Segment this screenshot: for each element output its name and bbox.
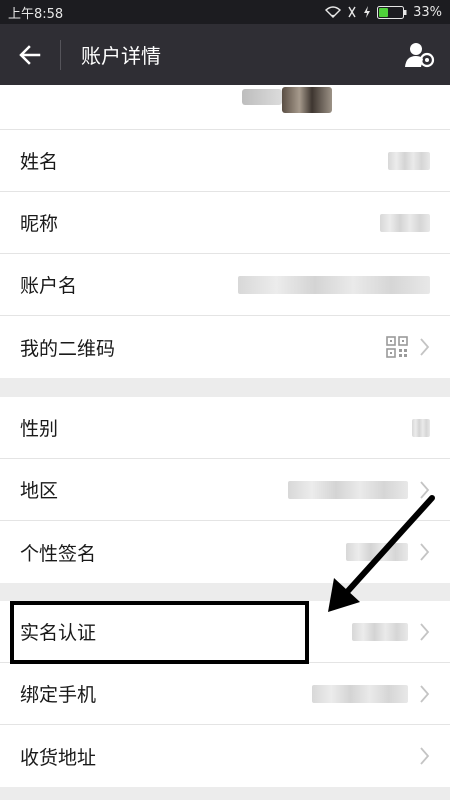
row-label: 我的二维码 (20, 337, 116, 360)
avatar (282, 87, 332, 113)
row-label: 账户名 (20, 275, 78, 297)
avatar-blur-left (242, 89, 282, 105)
back-button[interactable] (0, 24, 60, 85)
account-name-value-blurred (238, 275, 430, 294)
chevron-right-icon (420, 622, 430, 641)
row-label: 地区 (20, 480, 59, 502)
row-my-qr-code[interactable]: 我的二维码 (0, 316, 450, 378)
battery-percent: 33% (413, 4, 442, 20)
arrow-left-icon (19, 44, 41, 65)
qr-code-icon (386, 336, 408, 358)
wifi-icon (325, 6, 342, 18)
row-account-name[interactable]: 账户名 (0, 254, 450, 316)
signature-value-blurred (346, 543, 408, 561)
row-label: 昵称 (20, 213, 59, 235)
user-settings-icon (405, 42, 435, 67)
status-time: 上午8:58 (8, 6, 64, 22)
row-real-name-verification[interactable]: 实名认证 (0, 601, 450, 663)
page-title: 账户详情 (81, 44, 161, 68)
chevron-right-icon (420, 338, 430, 356)
charging-icon (364, 6, 371, 18)
region-value-blurred (288, 480, 408, 499)
row-label: 个性签名 (20, 542, 97, 565)
row-label: 收货地址 (20, 746, 97, 769)
row-label: 实名认证 (20, 622, 97, 644)
verification-value-blurred (352, 622, 408, 641)
gender-value-blurred (412, 418, 430, 437)
name-value-blurred (388, 151, 430, 170)
chevron-right-icon (420, 543, 430, 561)
row-label: 绑定手机 (20, 684, 97, 706)
chevron-right-icon (420, 480, 430, 499)
section-account-security: 实名认证 绑定手机 收货地址 (0, 601, 450, 787)
profile-menu-button[interactable] (390, 24, 450, 85)
row-label: 性别 (20, 418, 59, 440)
row-signature[interactable]: 个性签名 (0, 521, 450, 583)
row-nickname[interactable]: 昵称 (0, 192, 450, 254)
row-shipping-address[interactable]: 收货地址 (0, 725, 450, 787)
chevron-right-icon (420, 684, 430, 703)
row-bind-phone[interactable]: 绑定手机 (0, 663, 450, 725)
avatar-row[interactable] (0, 85, 450, 130)
no-signal-icon (348, 6, 356, 18)
battery-icon (377, 5, 407, 19)
phone-value-blurred (312, 684, 408, 703)
title-bar: 账户详情 (0, 24, 450, 85)
title-divider (60, 39, 61, 70)
status-bar: 上午8:58 33% (0, 0, 450, 24)
row-gender[interactable]: 性别 (0, 397, 450, 459)
section-personal-info: 性别 地区 个性签名 (0, 397, 450, 583)
row-label: 姓名 (20, 151, 59, 173)
row-region[interactable]: 地区 (0, 459, 450, 521)
section-basic-info: 姓名 昵称 账户名 我的二维码 (0, 130, 450, 378)
nickname-value-blurred (380, 213, 430, 232)
chevron-right-icon (420, 747, 430, 765)
row-name[interactable]: 姓名 (0, 130, 450, 192)
